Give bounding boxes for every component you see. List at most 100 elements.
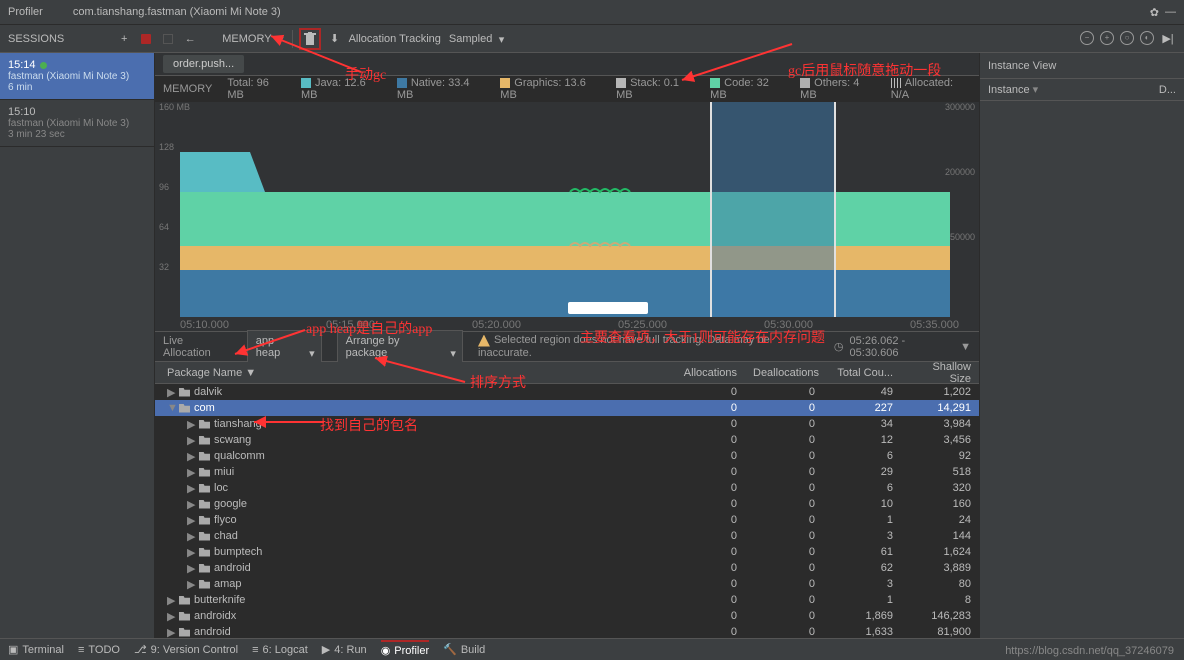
table-row[interactable]: ▶ amap00380 <box>155 576 979 592</box>
live-icon[interactable]: ▶| <box>1160 31 1176 47</box>
package-name: android <box>194 626 231 638</box>
memory-chart[interactable]: 160 MB 128 96 64 32 300000 200000 150000… <box>155 102 979 332</box>
package-name: loc <box>214 482 228 494</box>
table-row[interactable]: ▼ com0022714,291 <box>155 400 979 416</box>
zoom-selection-icon[interactable]: ◐ <box>1140 31 1154 45</box>
table-row[interactable]: ▶ tianshang00343,984 <box>155 416 979 432</box>
time-selection[interactable] <box>710 102 836 317</box>
expander-icon[interactable]: ▶ <box>167 594 175 607</box>
force-gc-button[interactable] <box>299 28 321 50</box>
table-row[interactable]: ▶ butterknife0018 <box>155 592 979 608</box>
filter-icon[interactable]: ▼ <box>960 341 971 353</box>
col-shallow[interactable]: Shallow Size <box>901 362 979 385</box>
expander-icon[interactable]: ▶ <box>187 466 195 479</box>
cell-total: 61 <box>823 546 901 558</box>
instance-view-title: Instance View <box>980 53 1184 79</box>
back-icon[interactable]: ← <box>182 31 198 47</box>
col-deallocations[interactable]: Deallocations <box>745 367 823 379</box>
table-row[interactable]: ▶ androidx001,869146,283 <box>155 608 979 624</box>
cell-alloc: 0 <box>667 434 745 446</box>
expander-icon[interactable]: ▶ <box>187 498 195 511</box>
expander-icon[interactable]: ▶ <box>187 450 195 463</box>
table-row[interactable]: ▶ loc006320 <box>155 480 979 496</box>
sessions-panel: 15:14 fastman (Xiaomi Mi Note 3) 6 min 1… <box>0 53 155 638</box>
cell-alloc: 0 <box>667 546 745 558</box>
instance-column-2[interactable]: D... <box>1159 84 1176 96</box>
table-row[interactable]: ▶ scwang00123,456 <box>155 432 979 448</box>
cell-dealloc: 0 <box>745 434 823 446</box>
table-row[interactable]: ▶ miui0029518 <box>155 464 979 480</box>
col-package-name[interactable]: Package Name ▼ <box>155 367 667 379</box>
arrange-selector[interactable]: Arrange by package <box>337 330 463 364</box>
cell-alloc: 0 <box>667 402 745 414</box>
cell-shallow: 144 <box>901 530 979 542</box>
capture-heap-icon[interactable]: ⬇ <box>327 31 343 47</box>
expander-icon[interactable]: ▶ <box>187 514 195 527</box>
table-row[interactable]: ▶ dalvik00491,202 <box>155 384 979 400</box>
cell-alloc: 0 <box>667 466 745 478</box>
table-row[interactable]: ▶ android00623,889 <box>155 560 979 576</box>
zoom-in-icon[interactable]: + <box>1100 31 1114 45</box>
table-row[interactable]: ▶ flyco00124 <box>155 512 979 528</box>
cell-alloc: 0 <box>667 498 745 510</box>
instance-view-panel: Instance View Instance ▾ D... <box>979 53 1184 638</box>
cell-shallow: 92 <box>901 450 979 462</box>
alloc-tracking-label: Allocation Tracking <box>349 33 441 45</box>
tab-profiler[interactable]: ◉ Profiler <box>381 640 429 657</box>
tab-version-control[interactable]: ⎇ 9: Version Control <box>134 643 238 656</box>
table-row[interactable]: ▶ google0010160 <box>155 496 979 512</box>
reset-zoom-icon[interactable]: ○ <box>1120 31 1134 45</box>
cell-alloc: 0 <box>667 418 745 430</box>
package-name: androidx <box>194 610 236 622</box>
cell-dealloc: 0 <box>745 418 823 430</box>
cell-dealloc: 0 <box>745 498 823 510</box>
stop-icon[interactable] <box>160 31 176 47</box>
add-session-icon[interactable]: + <box>116 31 132 47</box>
tab-logcat[interactable]: ≡ 6: Logcat <box>252 644 308 656</box>
cell-dealloc: 0 <box>745 514 823 526</box>
zoom-out-icon[interactable]: − <box>1080 31 1094 45</box>
folder-icon <box>199 500 210 509</box>
cell-total: 3 <box>823 530 901 542</box>
col-allocations[interactable]: Allocations <box>667 367 745 379</box>
package-name: com <box>194 402 215 414</box>
tab-build[interactable]: 🔨 Build <box>443 643 485 656</box>
table-header: Package Name ▼ Allocations Deallocations… <box>155 362 979 384</box>
tab-todo[interactable]: ≡ TODO <box>78 644 120 656</box>
minimize-icon[interactable]: — <box>1165 6 1176 19</box>
expander-icon[interactable]: ▶ <box>187 562 195 575</box>
table-row[interactable]: ▶ chad003144 <box>155 528 979 544</box>
cell-total: 49 <box>823 386 901 398</box>
breadcrumb-item[interactable]: order.push... <box>163 55 244 73</box>
expander-icon[interactable]: ▶ <box>187 530 195 543</box>
expander-icon[interactable]: ▼ <box>167 402 175 414</box>
tab-run[interactable]: ▶ 4: Run <box>322 643 367 656</box>
table-row[interactable]: ▶ qualcomm00692 <box>155 448 979 464</box>
folder-icon <box>199 420 210 429</box>
table-row[interactable]: ▶ android001,63381,900 <box>155 624 979 638</box>
session-item[interactable]: 15:10 fastman (Xiaomi Mi Note 3) 3 min 2… <box>0 100 154 147</box>
expander-icon[interactable]: ▶ <box>167 386 175 399</box>
table-row[interactable]: ▶ bumptech00611,624 <box>155 544 979 560</box>
expander-icon[interactable]: ▶ <box>187 546 195 559</box>
expander-icon[interactable]: ▶ <box>187 578 195 591</box>
col-total[interactable]: Total Cou... <box>823 367 901 379</box>
expander-icon[interactable]: ▶ <box>187 482 195 495</box>
expander-icon[interactable]: ▶ <box>167 610 175 623</box>
sampled-selector[interactable]: Sampled <box>447 31 506 47</box>
cell-total: 34 <box>823 418 901 430</box>
cell-total: 10 <box>823 498 901 510</box>
heap-selector[interactable]: app heap <box>247 330 322 364</box>
cell-dealloc: 0 <box>745 562 823 574</box>
tab-terminal[interactable]: ▣ Terminal <box>8 643 64 656</box>
record-icon[interactable] <box>138 31 154 47</box>
memory-selector[interactable]: MEMORY <box>220 31 285 47</box>
settings-icon[interactable]: ✿ <box>1150 6 1159 19</box>
expander-icon[interactable]: ▶ <box>187 418 195 431</box>
session-item[interactable]: 15:14 fastman (Xiaomi Mi Note 3) 6 min <box>0 53 154 100</box>
instance-column[interactable]: Instance ▾ <box>988 83 1038 96</box>
expander-icon[interactable]: ▶ <box>187 434 195 447</box>
expander-icon[interactable]: ▶ <box>167 626 175 639</box>
folder-icon <box>199 564 210 573</box>
tool-tab[interactable]: Profiler <box>8 6 43 18</box>
